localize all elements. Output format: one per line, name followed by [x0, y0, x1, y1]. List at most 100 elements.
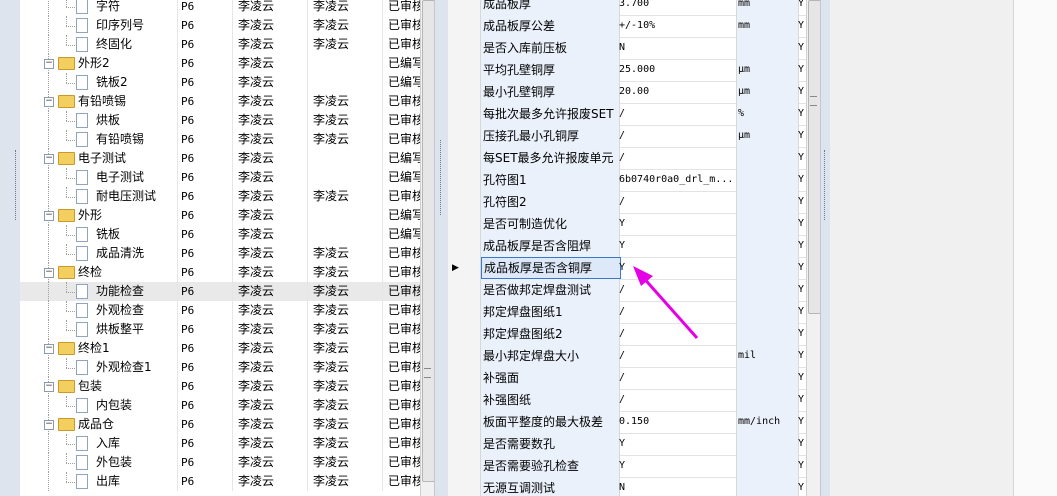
tree-collapse-icon[interactable]: −	[44, 268, 54, 278]
tree-row[interactable]: −有铅喷锡P6李凌云李凌云已审核	[20, 92, 420, 111]
property-value-field[interactable]: /	[618, 323, 737, 345]
tree-row[interactable]: 外包装P6李凌云李凌云已审核	[20, 453, 420, 472]
tree-collapse-icon[interactable]: −	[44, 344, 54, 354]
splitter-grip[interactable]	[440, 140, 444, 215]
property-row[interactable]: 补强图纸 / Y	[448, 389, 806, 412]
row-indicator[interactable]	[448, 191, 481, 213]
tree-row[interactable]: 铣板 P6李凌云 已编写	[20, 225, 420, 244]
property-value-field[interactable]: /	[618, 345, 737, 367]
property-value-field[interactable]: /	[618, 367, 737, 389]
tree-collapse-icon[interactable]: −	[44, 382, 54, 392]
row-indicator[interactable]	[448, 455, 481, 477]
row-indicator[interactable]	[448, 477, 481, 496]
property-row[interactable]: 是否可制造优化 Y Y	[448, 213, 806, 236]
tree-row[interactable]: 有铅喷锡P6李凌云李凌云已审核	[20, 130, 420, 149]
property-row[interactable]: 是否做邦定焊盘测试 / Y	[448, 279, 806, 302]
tree-collapse-icon[interactable]: −	[44, 211, 54, 221]
property-value-field[interactable]: Y	[618, 235, 737, 257]
tree-row[interactable]: 外观检查P6李凌云李凌云已审核	[20, 301, 420, 320]
row-indicator[interactable]	[448, 235, 481, 257]
row-indicator[interactable]	[448, 103, 481, 125]
middle-splitter-rail[interactable]	[434, 0, 449, 496]
property-value-field[interactable]: 20.00	[618, 81, 737, 103]
property-value-field[interactable]: /	[618, 279, 737, 301]
tree-row[interactable]: 终固化P6李凌云李凌云已审核	[20, 35, 420, 54]
tree-row[interactable]: −终检P6李凌云李凌云已审核	[20, 263, 420, 282]
property-value-field[interactable]: /	[618, 389, 737, 411]
property-value-field[interactable]: N	[618, 37, 737, 59]
row-indicator[interactable]	[448, 301, 481, 323]
property-row[interactable]: 最小孔壁铜厚 20.00 μm Y	[448, 81, 806, 104]
property-row[interactable]: 成品板厚是否含阻焊 Y Y	[448, 235, 806, 258]
property-value-field[interactable]: 3.700	[618, 0, 737, 15]
tree-row[interactable]: − 外形2 P6李凌云 已编写	[20, 54, 420, 73]
row-indicator[interactable]: ▶	[448, 257, 481, 279]
tree-collapse-icon[interactable]: −	[44, 59, 54, 69]
splitter-grip[interactable]	[15, 150, 19, 220]
tree-row[interactable]: 铣板2 P6李凌云 已编写	[20, 73, 420, 92]
row-indicator[interactable]	[448, 367, 481, 389]
tree-row[interactable]: 功能检查P6李凌云李凌云已审核	[20, 282, 420, 301]
row-indicator[interactable]	[448, 81, 481, 103]
property-row[interactable]: 最小邦定焊盘大小 / mil Y	[448, 345, 806, 368]
tree-row[interactable]: 外观检查1P6李凌云李凌云已审核	[20, 358, 420, 377]
property-row[interactable]: 孔符图1 6b0740r0a0_drl_m... Y	[448, 169, 806, 192]
tree-row[interactable]: −成品仓P6李凌云李凌云已审核	[20, 415, 420, 434]
property-value-field[interactable]: 0.150	[618, 411, 737, 433]
tree-vertical-scrollbar[interactable]	[420, 0, 435, 496]
property-row[interactable]: 平均孔壁铜厚 25.000 μm Y	[448, 59, 806, 82]
row-indicator[interactable]	[448, 147, 481, 169]
splitter-grip[interactable]	[824, 150, 828, 220]
row-indicator[interactable]	[448, 15, 481, 37]
tree-row[interactable]: −包装P6李凌云李凌云已审核	[20, 377, 420, 396]
tree-row[interactable]: −终检1P6李凌云李凌云已审核	[20, 339, 420, 358]
property-row[interactable]: 是否需要验孔检查 Y Y	[448, 455, 806, 478]
property-value-field[interactable]: Y	[618, 433, 737, 455]
property-row[interactable]: 孔符图2/ Y	[448, 191, 806, 214]
row-indicator[interactable]	[448, 411, 481, 433]
property-row[interactable]: 补强面 / Y	[448, 367, 806, 390]
row-indicator[interactable]	[448, 37, 481, 59]
property-value-field[interactable]: /	[618, 125, 737, 147]
row-indicator[interactable]	[448, 0, 481, 15]
property-value-field[interactable]: +/-10%	[618, 15, 737, 37]
row-indicator[interactable]	[448, 389, 481, 411]
property-value-field[interactable]: 25.000	[618, 59, 737, 81]
tree-collapse-icon[interactable]: −	[44, 97, 54, 107]
property-row[interactable]: 压接孔最小孔铜厚 / μm Y	[448, 125, 806, 148]
property-row[interactable]: 每批次最多允许报废SET /% Y	[448, 103, 806, 126]
tree-row[interactable]: 烘板整平P6李凌云李凌云已审核	[20, 320, 420, 339]
process-tree-list[interactable]: 字符P6李凌云李凌云已审核印序列号P6李凌云李凌云已审核终固化P6李凌云李凌云已…	[20, 0, 420, 496]
property-vertical-scrollbar[interactable]	[806, 0, 821, 496]
row-indicator[interactable]	[448, 279, 481, 301]
tree-collapse-icon[interactable]: −	[44, 154, 54, 164]
property-value-field[interactable]: /	[618, 147, 737, 169]
tree-row[interactable]: 烘板P6李凌云李凌云已审核	[20, 111, 420, 130]
property-row[interactable]: 成品板厚公差 +/-10% mm Y	[448, 15, 806, 38]
property-row[interactable]: 是否入库前压板 N Y	[448, 37, 806, 60]
property-row[interactable]: 成品板厚 3.700 mm Y	[448, 0, 806, 16]
property-row[interactable]: 无源互调测试 N Y	[448, 477, 806, 496]
tree-row[interactable]: 印序列号P6李凌云李凌云已审核	[20, 16, 420, 35]
property-grid[interactable]: 成品板厚 3.700 mm Y 成品板厚公差 +/-10% mm Y 是否入库前压板 N Y 平均孔壁…	[448, 0, 806, 496]
tree-row[interactable]: − 外形 P6李凌云 已编写	[20, 206, 420, 225]
tree-row[interactable]: − 电子测试 P6李凌云 已编写	[20, 149, 420, 168]
property-row[interactable]: 邦定焊盘图纸1/ Y	[448, 301, 806, 324]
left-splitter-rail[interactable]	[0, 0, 21, 496]
property-value-field[interactable]: /	[618, 301, 737, 323]
property-row[interactable]: 邦定焊盘图纸2/ Y	[448, 323, 806, 346]
tree-row[interactable]: 成品清洗P6李凌云李凌云已审核	[20, 244, 420, 263]
property-row[interactable]: 每SET最多允许报废单元 / Y	[448, 147, 806, 170]
property-row[interactable]: 是否需要数孔 Y Y	[448, 433, 806, 456]
tree-row[interactable]: 字符P6李凌云李凌云已审核	[20, 0, 420, 16]
row-indicator[interactable]	[448, 433, 481, 455]
tree-row[interactable]: 出库P6李凌云李凌云已审核	[20, 472, 420, 491]
property-value-field[interactable]: Y	[618, 213, 737, 235]
property-value-field[interactable]: /	[618, 191, 737, 213]
property-row[interactable]: ▶ 成品板厚是否含铜厚 Y Y	[448, 257, 806, 280]
tree-row[interactable]: 内包装P6李凌云李凌云已审核	[20, 396, 420, 415]
row-indicator[interactable]	[448, 169, 481, 191]
property-value-field[interactable]: 6b0740r0a0_drl_m...	[618, 169, 737, 191]
tree-collapse-icon[interactable]: −	[44, 420, 54, 430]
tree-row[interactable]: 电子测试 P6李凌云 已编写	[20, 168, 420, 187]
